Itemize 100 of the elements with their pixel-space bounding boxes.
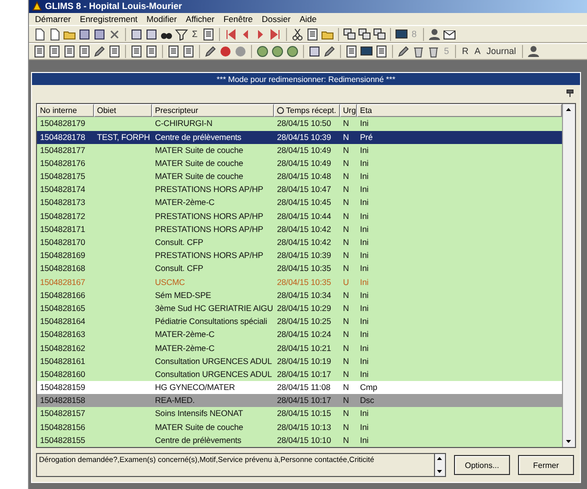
- column-header[interactable]: Temps récept.: [274, 104, 340, 118]
- table-cell-text: 1504828172: [39, 210, 86, 223]
- table-row[interactable]: 1504828159 HG GYNECO/MATER 28/04/15 11:08 N Cmp: [37, 381, 562, 394]
- table-row[interactable]: 1504828173 MATER-2ème-C 28/04/15 10:45 N Ini: [37, 196, 562, 210]
- table-row[interactable]: 1504828158 REA-MED. 28/04/15 10:17 N Dsc: [37, 394, 562, 408]
- table-row[interactable]: 1504828161 Consultation URGENCES ADUL 28/04/15 10:19 N Ini: [37, 354, 562, 368]
- save-icon[interactable]: [78, 28, 91, 41]
- table-cell-text: Ini: [359, 236, 370, 249]
- person-icon[interactable]: [428, 28, 441, 41]
- document-icon[interactable]: [78, 44, 91, 58]
- table-row[interactable]: 1504828156 MATER Suite de couche 28/04/15 10:13 N Ini: [37, 420, 562, 434]
- document-icon[interactable]: [145, 44, 158, 58]
- document-icon[interactable]: [345, 44, 358, 58]
- table-row[interactable]: 1504828174 PRESTATIONS HORS AP/HP 28/04/15 10:47 N Ini: [37, 183, 562, 196]
- trash-icon[interactable]: [427, 44, 440, 58]
- windows-icon[interactable]: [342, 28, 356, 41]
- document-icon[interactable]: [202, 28, 215, 41]
- document-icon[interactable]: [182, 44, 195, 58]
- table-row[interactable]: 1504828171 PRESTATIONS HORS AP/HP 28/04/15 10:42 N Ini: [37, 222, 562, 236]
- column-header[interactable]: Obiet: [94, 104, 152, 118]
- last-icon[interactable]: [268, 28, 282, 41]
- column-header[interactable]: Eta: [357, 104, 562, 118]
- table-row[interactable]: 1504828169 PRESTATIONS HORS AP/HP 28/04/15 10:39 N Ini: [37, 249, 562, 262]
- page-icon[interactable]: [48, 28, 61, 41]
- document-icon[interactable]: [130, 44, 143, 58]
- table-row[interactable]: 1504828155 Centre de prélèvements 28/04/15 10:10 N Ini: [37, 434, 562, 447]
- pencil-icon[interactable]: [93, 44, 106, 58]
- windows-icon[interactable]: [358, 28, 371, 41]
- first-icon[interactable]: [224, 28, 237, 41]
- table-row[interactable]: 1504828179 C-CHIRURGI-N 28/04/15 10:50 N Ini: [37, 117, 562, 130]
- scissors-icon[interactable]: [290, 28, 304, 41]
- pencil-icon[interactable]: [204, 44, 217, 58]
- document-icon[interactable]: [375, 44, 388, 58]
- table-cell-text: 1504828174: [39, 183, 86, 196]
- table-row[interactable]: 1504828160 Consultation URGENCES ADUL 28/04/15 10:17 N Ini: [37, 368, 562, 382]
- menu-item[interactable]: Modifier: [146, 14, 177, 24]
- table-row[interactable]: 1504828178 TEST, FORPH Centre de prélèvements 28/04/15 10:39 N Pré: [37, 130, 562, 144]
- save-icon[interactable]: [93, 28, 106, 41]
- menu-item[interactable]: Afficher: [186, 14, 214, 24]
- person-icon[interactable]: [527, 44, 540, 58]
- menu-item[interactable]: Dossier: [262, 14, 291, 24]
- menu-item[interactable]: Fenêtre: [223, 14, 253, 24]
- table-row[interactable]: 1504828165 3ème Sud HC GERIATRIE AIGU 28/04/15 10:29 N Ini: [37, 302, 562, 316]
- pin-icon[interactable]: [566, 89, 574, 98]
- windows-icon[interactable]: [372, 28, 386, 41]
- table-row[interactable]: 1504828166 Sém MED-SPE 28/04/15 10:34 N Ini: [37, 288, 562, 302]
- pencil-icon[interactable]: [397, 44, 410, 58]
- table-cell-text: N: [342, 117, 350, 130]
- table-row[interactable]: 1504828163 MATER-2ème-C 28/04/15 10:24 N Ini: [37, 328, 562, 342]
- table-row[interactable]: 1504828177 MATER Suite de couche 28/04/15 10:49 N Ini: [37, 144, 562, 157]
- table-cell-text: 28/04/15 10:42: [276, 222, 332, 236]
- column-header[interactable]: No interne: [37, 104, 94, 118]
- document-icon[interactable]: [306, 28, 319, 41]
- table-row[interactable]: 1504828170 Consult. CFP 28/04/15 10:42 N Ini: [37, 236, 562, 250]
- table-row[interactable]: 1504828168 Consult. CFP 28/04/15 10:35 N Ini: [37, 262, 562, 276]
- record-icon[interactable]: [219, 44, 232, 58]
- document-icon[interactable]: [167, 44, 180, 58]
- menu-item[interactable]: Aide: [300, 14, 317, 24]
- table-cell-text: N: [342, 156, 350, 170]
- column-header[interactable]: Urg: [340, 104, 357, 118]
- toolbar-button[interactable]: A: [472, 46, 483, 56]
- table-row[interactable]: 1504828164 Pédiatrie Consultations spéciali 28/04/15 10:25 N Ini: [37, 315, 562, 328]
- page-icon[interactable]: [33, 28, 46, 41]
- table-row[interactable]: 1504828172 PRESTATIONS HORS AP/HP 28/04/15 10:44 N Ini: [37, 210, 562, 223]
- table-cell-text: N: [342, 302, 350, 315]
- table-row[interactable]: 1504828175 MATER Suite de couche 28/04/15 10:48 N Ini: [37, 170, 562, 184]
- table-cell-text: N: [342, 434, 350, 447]
- document-icon[interactable]: [33, 44, 46, 58]
- table-cell-text: 1504828175: [39, 170, 86, 184]
- monitor-icon[interactable]: [394, 28, 408, 41]
- table-cell-text: Pédiatrie Consultations spéciali: [154, 315, 268, 328]
- table-row[interactable]: 1504828157 Soins Intensifs NEONAT 28/04/15 10:15 N Ini: [37, 407, 562, 421]
- toolbar-button[interactable]: Journal: [484, 46, 518, 56]
- column-header[interactable]: Prescripteur: [152, 104, 274, 118]
- document-icon[interactable]: [63, 44, 76, 58]
- document-icon[interactable]: [108, 44, 121, 58]
- filter-icon[interactable]: [175, 28, 188, 41]
- document-icon[interactable]: [48, 44, 61, 58]
- table-cell-text: 28/04/15 10:39: [276, 249, 332, 262]
- table-cell-text: N: [342, 249, 350, 262]
- dialog-button[interactable]: Fermer: [518, 455, 574, 475]
- close-icon[interactable]: [108, 28, 121, 41]
- mail-icon[interactable]: [442, 28, 456, 41]
- table-cell-text: REA-MED.: [154, 394, 196, 408]
- menu-item[interactable]: Démarrer: [35, 14, 71, 24]
- dialog-button[interactable]: Options...: [454, 455, 510, 475]
- scrollbar[interactable]: [562, 104, 575, 447]
- trash-icon[interactable]: [412, 44, 425, 58]
- pencil-icon[interactable]: [323, 44, 336, 58]
- table-row[interactable]: 1504828162 MATER-2ème-C 28/04/15 10:21 N Ini: [37, 342, 562, 355]
- toolbar-button[interactable]: R: [460, 46, 471, 56]
- table-cell-text: Ini: [359, 302, 370, 315]
- table-cell-text: N: [342, 236, 350, 249]
- monitor-icon[interactable]: [360, 44, 373, 58]
- toolbar-button[interactable]: Σ: [190, 29, 200, 40]
- table-row[interactable]: 1504828176 MATER Suite de couche 28/04/15 10:49 N Ini: [37, 156, 562, 170]
- table-cell-text: 1504828170: [39, 236, 86, 249]
- menu-item[interactable]: Enregistrement: [80, 14, 138, 24]
- table-cell-text: N: [342, 368, 350, 381]
- table-cell-text: MATER-2ème-C: [154, 328, 216, 342]
